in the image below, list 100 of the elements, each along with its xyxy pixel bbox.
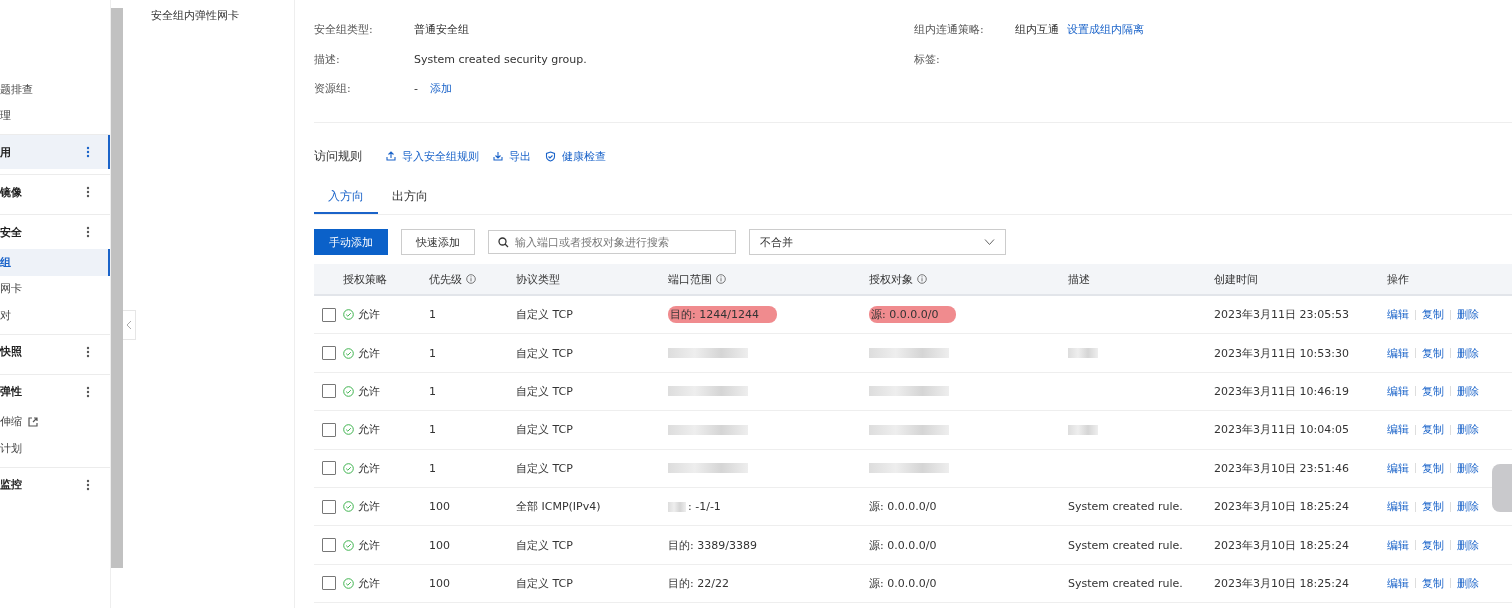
upload-icon (386, 151, 396, 161)
row-action-link[interactable]: 复制 (1422, 383, 1444, 399)
check-circle-icon (343, 577, 354, 589)
add-link[interactable]: 添加 (430, 81, 452, 97)
sidebar-item[interactable]: 理 (0, 102, 110, 129)
row-checkbox[interactable] (321, 384, 336, 399)
more-icon[interactable] (86, 186, 90, 198)
detail-value: System created security group. (414, 52, 587, 66)
detail-label: 标签: (914, 51, 941, 67)
toolbar-link[interactable]: 健康检查 (545, 148, 606, 164)
table-cell-text: 源: 0.0.0.0/0 (869, 499, 937, 515)
more-icon[interactable] (86, 345, 90, 358)
table-cell: 2023年3月11日 10:53:30 (1214, 345, 1349, 361)
direction-tab[interactable]: 入方向 (314, 181, 378, 214)
row-action-link[interactable]: 编辑 (1387, 422, 1409, 438)
row-action-link[interactable]: 编辑 (1387, 345, 1409, 361)
table-cell: 允许 (358, 537, 380, 553)
quick-add-button[interactable]: 快速添加 (401, 229, 475, 255)
more-icon[interactable] (86, 478, 90, 491)
table-cell: 2023年3月10日 18:25:24 (1214, 537, 1349, 553)
sidebar-group[interactable]: 用 (0, 135, 110, 169)
check-circle-icon (343, 309, 354, 321)
column-header: 授权对象 (869, 271, 1068, 287)
row-action-link[interactable]: 编辑 (1387, 537, 1409, 553)
column-header: 授权策略 (343, 271, 388, 287)
check-circle-icon (343, 347, 354, 359)
merge-dropdown[interactable]: 不合并 (749, 229, 1006, 255)
chevron-left-icon (126, 320, 132, 330)
more-icon[interactable] (86, 226, 90, 238)
row-action-link[interactable]: 复制 (1422, 499, 1444, 515)
submenu-item[interactable]: 安全组内弹性网卡 (123, 0, 294, 23)
sidebar-group[interactable]: 弹性 (0, 374, 110, 409)
row-action-link[interactable]: 编辑 (1387, 383, 1409, 399)
sidebar-group[interactable]: 监控 (0, 467, 110, 502)
row-action-link[interactable]: 删除 (1457, 422, 1479, 438)
check-circle-icon (343, 424, 354, 436)
row-action-link[interactable]: 复制 (1422, 307, 1444, 323)
blurred-text-block (668, 501, 686, 512)
shield-check-icon (545, 150, 556, 162)
row-action-link[interactable]: 编辑 (1387, 460, 1409, 476)
row-action-link[interactable]: 删除 (1457, 460, 1479, 476)
row-action-link[interactable]: 复制 (1422, 345, 1444, 361)
table-cell: 1 (429, 346, 436, 360)
table-cell: 允许 (358, 307, 380, 323)
info-icon (917, 274, 927, 284)
row-action-link[interactable]: 删除 (1457, 537, 1479, 553)
isolation-link[interactable]: 设置成组内隔离 (1067, 22, 1144, 38)
row-action-link[interactable]: 复制 (1422, 422, 1444, 438)
row-checkbox[interactable] (321, 576, 336, 591)
table-cell: 自定义 TCP (516, 422, 573, 438)
table-cell: 允许 (358, 345, 380, 361)
sidebar-group[interactable]: 镜像 (0, 175, 110, 209)
row-checkbox[interactable] (321, 346, 336, 361)
table-cell: 允许 (358, 575, 380, 591)
row-action-link[interactable]: 复制 (1422, 460, 1444, 476)
toolbar-link[interactable]: 导入安全组规则 (386, 148, 479, 164)
table-cell: 允许 (358, 499, 380, 515)
row-action-link[interactable]: 删除 (1457, 307, 1479, 323)
table-cell: 自定义 TCP (516, 345, 573, 361)
row-action-link[interactable]: 删除 (1457, 345, 1479, 361)
sidebar-item[interactable]: 计划 (0, 435, 110, 462)
table-cell: 1 (429, 461, 436, 475)
table-cell: System created rule. (1068, 576, 1183, 590)
row-action-link[interactable]: 编辑 (1387, 307, 1409, 323)
sidebar-item[interactable]: 伸缩 (0, 408, 110, 435)
more-icon[interactable] (86, 146, 90, 158)
row-action-link[interactable]: 删除 (1457, 499, 1479, 515)
row-checkbox[interactable] (321, 538, 336, 553)
check-circle-icon (343, 462, 354, 474)
table-cell: 1 (429, 384, 436, 398)
table-cell: System created rule. (1068, 500, 1183, 514)
sidebar-item[interactable]: 对 (0, 302, 110, 329)
search-field[interactable]: 输入端口或者授权对象进行搜索 (488, 230, 736, 254)
sidebar-group[interactable]: 快照 (0, 334, 110, 369)
table-cell: 允许 (358, 422, 380, 438)
collapse-handle[interactable] (123, 310, 136, 340)
row-action-link[interactable]: 删除 (1457, 383, 1479, 399)
direction-tab[interactable]: 出方向 (378, 181, 442, 214)
row-checkbox[interactable] (321, 307, 336, 322)
row-checkbox[interactable] (321, 461, 336, 476)
row-action-link[interactable]: 编辑 (1387, 575, 1409, 591)
sidebar-item[interactable]: 网卡 (0, 275, 110, 302)
row-action-link[interactable]: 编辑 (1387, 499, 1409, 515)
row-checkbox[interactable] (321, 422, 336, 437)
table-cell: 自定义 TCP (516, 575, 573, 591)
check-circle-icon (343, 385, 354, 397)
sidebar-item[interactable]: 组 (0, 249, 110, 276)
row-action-link[interactable]: 删除 (1457, 575, 1479, 591)
sidebar-item[interactable]: 题排查 (0, 76, 110, 103)
column-header: 优先级 (429, 271, 516, 287)
manual-add-button[interactable]: 手动添加 (314, 229, 388, 255)
sidebar-group[interactable]: 安全 (0, 215, 110, 249)
row-action-link[interactable]: 复制 (1422, 537, 1444, 553)
column-header: 创建时间 (1214, 271, 1259, 287)
more-icon[interactable] (86, 385, 90, 398)
toolbar-link[interactable]: 导出 (493, 148, 531, 164)
row-action-link[interactable]: 复制 (1422, 575, 1444, 591)
chevron-down-icon (984, 239, 995, 245)
table-cell: 1 (429, 423, 436, 437)
row-checkbox[interactable] (321, 499, 336, 514)
